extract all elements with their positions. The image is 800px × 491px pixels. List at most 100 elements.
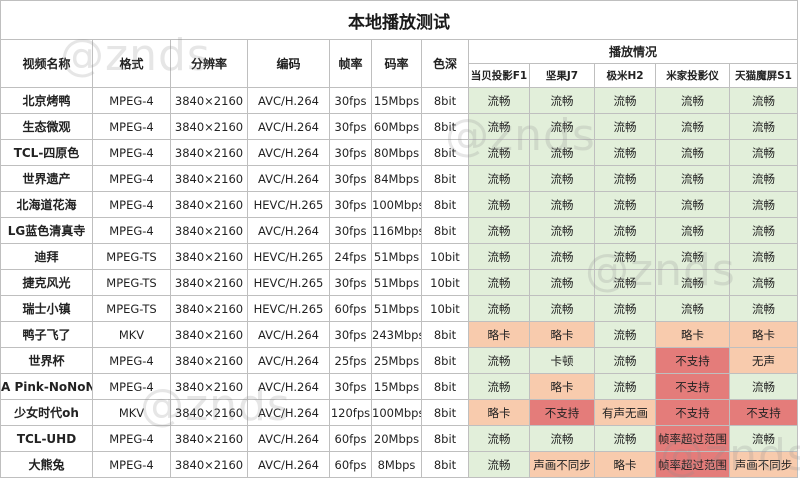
cell-playback-result: 流畅 (728, 217, 799, 244)
cell-playback-result: 流畅 (594, 269, 656, 296)
cell-fps: 30fps (329, 165, 372, 192)
cell-name: 迪拜 (0, 243, 93, 270)
cell-codec: AVC/H.264 (247, 399, 330, 426)
cell-playback-result: 不支持 (655, 373, 730, 400)
cell-playback-result: 流畅 (655, 217, 730, 244)
cell-bitrate: 20Mbps (371, 425, 422, 452)
cell-name: 大熊兔 (0, 451, 93, 478)
cell-name: 瑞士小镇 (0, 295, 93, 322)
cell-depth: 8bit (421, 217, 469, 244)
cell-bitrate: 60Mbps (371, 113, 422, 140)
cell-bitrate: 51Mbps (371, 269, 422, 296)
table-row: 北海道花海 MPEG-4 3840×2160 HEVC/H.265 30fps 100Mb… (0, 191, 799, 218)
cell-bitrate: 243Mbps (371, 321, 422, 348)
cell-depth: 8bit (421, 451, 469, 478)
cell-playback-result: 流畅 (655, 139, 730, 166)
cell-playback-result: 流畅 (529, 269, 595, 296)
cell-bitrate: 51Mbps (371, 243, 422, 270)
cell-bitrate: 15Mbps (371, 373, 422, 400)
cell-playback-result: 流畅 (655, 113, 730, 140)
cell-playback-result: 流畅 (594, 347, 656, 374)
cell-name: LG蓝色清真寺 (0, 217, 93, 244)
cell-playback-result: 略卡 (728, 321, 799, 348)
cell-resolution: 3840×2160 (170, 165, 248, 192)
cell-codec: AVC/H.264 (247, 217, 330, 244)
header-resolution: 分辨率 (170, 39, 248, 88)
cell-playback-result: 声画不同步 (529, 451, 595, 478)
cell-fps: 30fps (329, 87, 372, 114)
cell-codec: AVC/H.264 (247, 139, 330, 166)
cell-format: MPEG-TS (92, 295, 171, 322)
cell-playback-result: 流畅 (594, 217, 656, 244)
header-device: 极米H2 (594, 63, 656, 88)
cell-depth: 8bit (421, 321, 469, 348)
cell-playback-result: 流畅 (594, 165, 656, 192)
cell-resolution: 3840×2160 (170, 295, 248, 322)
cell-codec: HEVC/H.265 (247, 243, 330, 270)
cell-resolution: 3840×2160 (170, 139, 248, 166)
cell-playback-result: 流畅 (468, 373, 530, 400)
cell-fps: 120fps (329, 399, 372, 426)
cell-playback-result: 流畅 (468, 295, 530, 322)
cell-bitrate: 80Mbps (371, 139, 422, 166)
table-row: 捷克风光 MPEG-TS 3840×2160 HEVC/H.265 30fps 51Mbp… (0, 269, 799, 296)
cell-playback-result: 流畅 (594, 139, 656, 166)
cell-playback-result: 流畅 (728, 269, 799, 296)
table-row: 大熊兔 MPEG-4 3840×2160 AVC/H.264 60fps 8Mbps 8bi… (0, 451, 799, 478)
cell-playback-result: 流畅 (728, 373, 799, 400)
cell-resolution: 3840×2160 (170, 191, 248, 218)
cell-playback-result: 略卡 (468, 399, 530, 426)
cell-playback-result: 流畅 (529, 191, 595, 218)
cell-playback-result: 流畅 (728, 295, 799, 322)
cell-playback-result: 卡顿 (529, 347, 595, 374)
cell-format: MKV (92, 321, 171, 348)
header-playback: 播放情况 (467, 39, 799, 64)
cell-playback-result: 流畅 (468, 451, 530, 478)
cell-format: MPEG-TS (92, 269, 171, 296)
cell-playback-result: 流畅 (594, 243, 656, 270)
cell-fps: 30fps (329, 321, 372, 348)
cell-format: MPEG-4 (92, 113, 171, 140)
cell-playback-result: 流畅 (468, 243, 530, 270)
cell-format: MPEG-4 (92, 165, 171, 192)
cell-playback-result: 流畅 (655, 269, 730, 296)
header-name: 视频名称 (0, 39, 93, 88)
header-depth: 色深 (421, 39, 469, 88)
cell-bitrate: 15Mbps (371, 87, 422, 114)
cell-codec: AVC/H.264 (247, 373, 330, 400)
cell-name: 捷克风光 (0, 269, 93, 296)
cell-bitrate: 116Mbps (371, 217, 422, 244)
cell-playback-result: 不支持 (655, 347, 730, 374)
header-format: 格式 (92, 39, 171, 88)
cell-resolution: 3840×2160 (170, 269, 248, 296)
cell-playback-result: 流畅 (529, 295, 595, 322)
cell-bitrate: 8Mbps (371, 451, 422, 478)
cell-bitrate: 100Mbps (371, 399, 422, 426)
cell-depth: 8bit (421, 425, 469, 452)
cell-name: 少女时代oh (0, 399, 93, 426)
cell-playback-result: 帧率超过范围 (655, 425, 730, 452)
header-device: 坚果J7 (529, 63, 595, 88)
cell-depth: 8bit (421, 347, 469, 374)
table-row: 世界杯 MPEG-4 3840×2160 AVC/H.264 25fps 25Mbps 8b… (0, 347, 799, 374)
cell-playback-result: 流畅 (468, 139, 530, 166)
cell-playback-result: 流畅 (594, 425, 656, 452)
header-device: 天猫魔屏S1 (728, 63, 799, 88)
cell-format: MPEG-4 (92, 139, 171, 166)
table-row: 生态微观 MPEG-4 3840×2160 AVC/H.264 30fps 60Mbps 8… (0, 113, 799, 140)
cell-codec: AVC/H.264 (247, 321, 330, 348)
cell-playback-result: 流畅 (529, 425, 595, 452)
cell-name: 北海道花海 (0, 191, 93, 218)
page: 本地播放测试 视频名称 格式 分辨率 编码 帧率 码率 色深 播放情况 当贝投影… (0, 0, 800, 491)
cell-playback-result: 流畅 (728, 113, 799, 140)
cell-playback-result: 流畅 (728, 191, 799, 218)
cell-depth: 8bit (421, 113, 469, 140)
cell-resolution: 3840×2160 (170, 87, 248, 114)
cell-playback-result: 流畅 (594, 321, 656, 348)
cell-playback-result: 流畅 (468, 165, 530, 192)
cell-playback-result: 流畅 (728, 243, 799, 270)
cell-playback-result: 流畅 (655, 191, 730, 218)
cell-bitrate: 84Mbps (371, 165, 422, 192)
cell-playback-result: 流畅 (529, 139, 595, 166)
playback-test-table: 本地播放测试 视频名称 格式 分辨率 编码 帧率 码率 色深 播放情况 当贝投影… (0, 0, 799, 478)
